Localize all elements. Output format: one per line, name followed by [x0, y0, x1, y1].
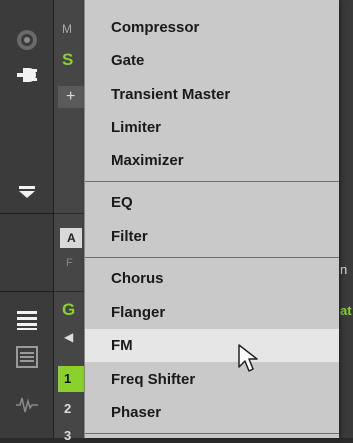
- menu-item-label: Flanger: [111, 304, 166, 321]
- menu-item-compressor[interactable]: Compressor: [85, 11, 339, 44]
- mixer-view-icon[interactable]: [0, 342, 53, 372]
- speaker-icon[interactable]: ◀: [64, 330, 73, 344]
- channel-divider: [54, 213, 84, 214]
- channel-strip: M S + A F G ◀ 1 2 3: [54, 0, 88, 443]
- waveform-icon[interactable]: [0, 390, 53, 420]
- power-knob-icon[interactable]: [0, 26, 53, 54]
- sidebar-divider: [0, 213, 53, 214]
- menu-item-label: Gate: [111, 52, 145, 69]
- menu-item-label: Maximizer: [111, 152, 184, 169]
- menu-item-limiter[interactable]: Limiter: [85, 111, 339, 144]
- menu-item-flanger[interactable]: Flanger: [85, 296, 339, 329]
- left-sidebar: [0, 0, 54, 438]
- menu-item-chorus[interactable]: Chorus: [85, 262, 339, 295]
- effects-dropdown-menu: Compressor Gate Transient Master Limiter…: [84, 0, 339, 438]
- menu-item-label: Filter: [111, 228, 148, 245]
- menu-item-label: Compressor: [111, 19, 200, 36]
- menu-item-maximizer[interactable]: Maximizer: [85, 144, 339, 177]
- pad-row[interactable]: 2: [64, 401, 71, 416]
- menu-item-freq-shifter[interactable]: Freq Shifter: [85, 363, 339, 396]
- menu-item-fm[interactable]: FM: [85, 329, 339, 362]
- menu-item-label: Limiter: [111, 119, 162, 136]
- menu-item-label: EQ: [111, 194, 133, 211]
- menu-item-label: Transient Master: [111, 86, 231, 103]
- menu-item-gate[interactable]: Gate: [85, 44, 339, 77]
- dropdown-arrow-icon[interactable]: [0, 180, 53, 204]
- menu-item-phaser[interactable]: Phaser: [85, 396, 339, 429]
- sound-slot-label[interactable]: S: [62, 50, 73, 70]
- right-panel-edge: n at: [338, 0, 353, 438]
- right-edge-label: at: [340, 303, 352, 318]
- plugin-plug-icon[interactable]: [0, 60, 53, 90]
- menu-separator: [85, 257, 339, 258]
- menu-item-eq[interactable]: EQ: [85, 186, 339, 219]
- group-sub-label: F: [66, 257, 73, 269]
- channel-letter: M: [62, 22, 72, 36]
- group-name-label[interactable]: G: [62, 300, 75, 320]
- right-edge-text: n: [340, 262, 348, 277]
- menu-item-label: Freq Shifter: [111, 371, 196, 388]
- menu-item-filter[interactable]: Filter: [85, 220, 339, 253]
- list-view-icon[interactable]: [0, 305, 53, 335]
- menu-item-label: Chorus: [111, 270, 164, 287]
- menu-separator: [85, 433, 339, 434]
- channel-divider: [54, 291, 84, 292]
- menu-item-label: Phaser: [111, 404, 162, 421]
- menu-item-transient-master[interactable]: Transient Master: [85, 78, 339, 111]
- group-slot-button[interactable]: A: [60, 228, 82, 248]
- add-plugin-button[interactable]: +: [58, 86, 84, 108]
- pad-row[interactable]: 3: [64, 428, 71, 443]
- mouse-pointer-icon: [238, 344, 258, 372]
- menu-separator: [85, 181, 339, 182]
- sidebar-divider: [0, 291, 53, 292]
- menu-item-label: FM: [111, 337, 133, 354]
